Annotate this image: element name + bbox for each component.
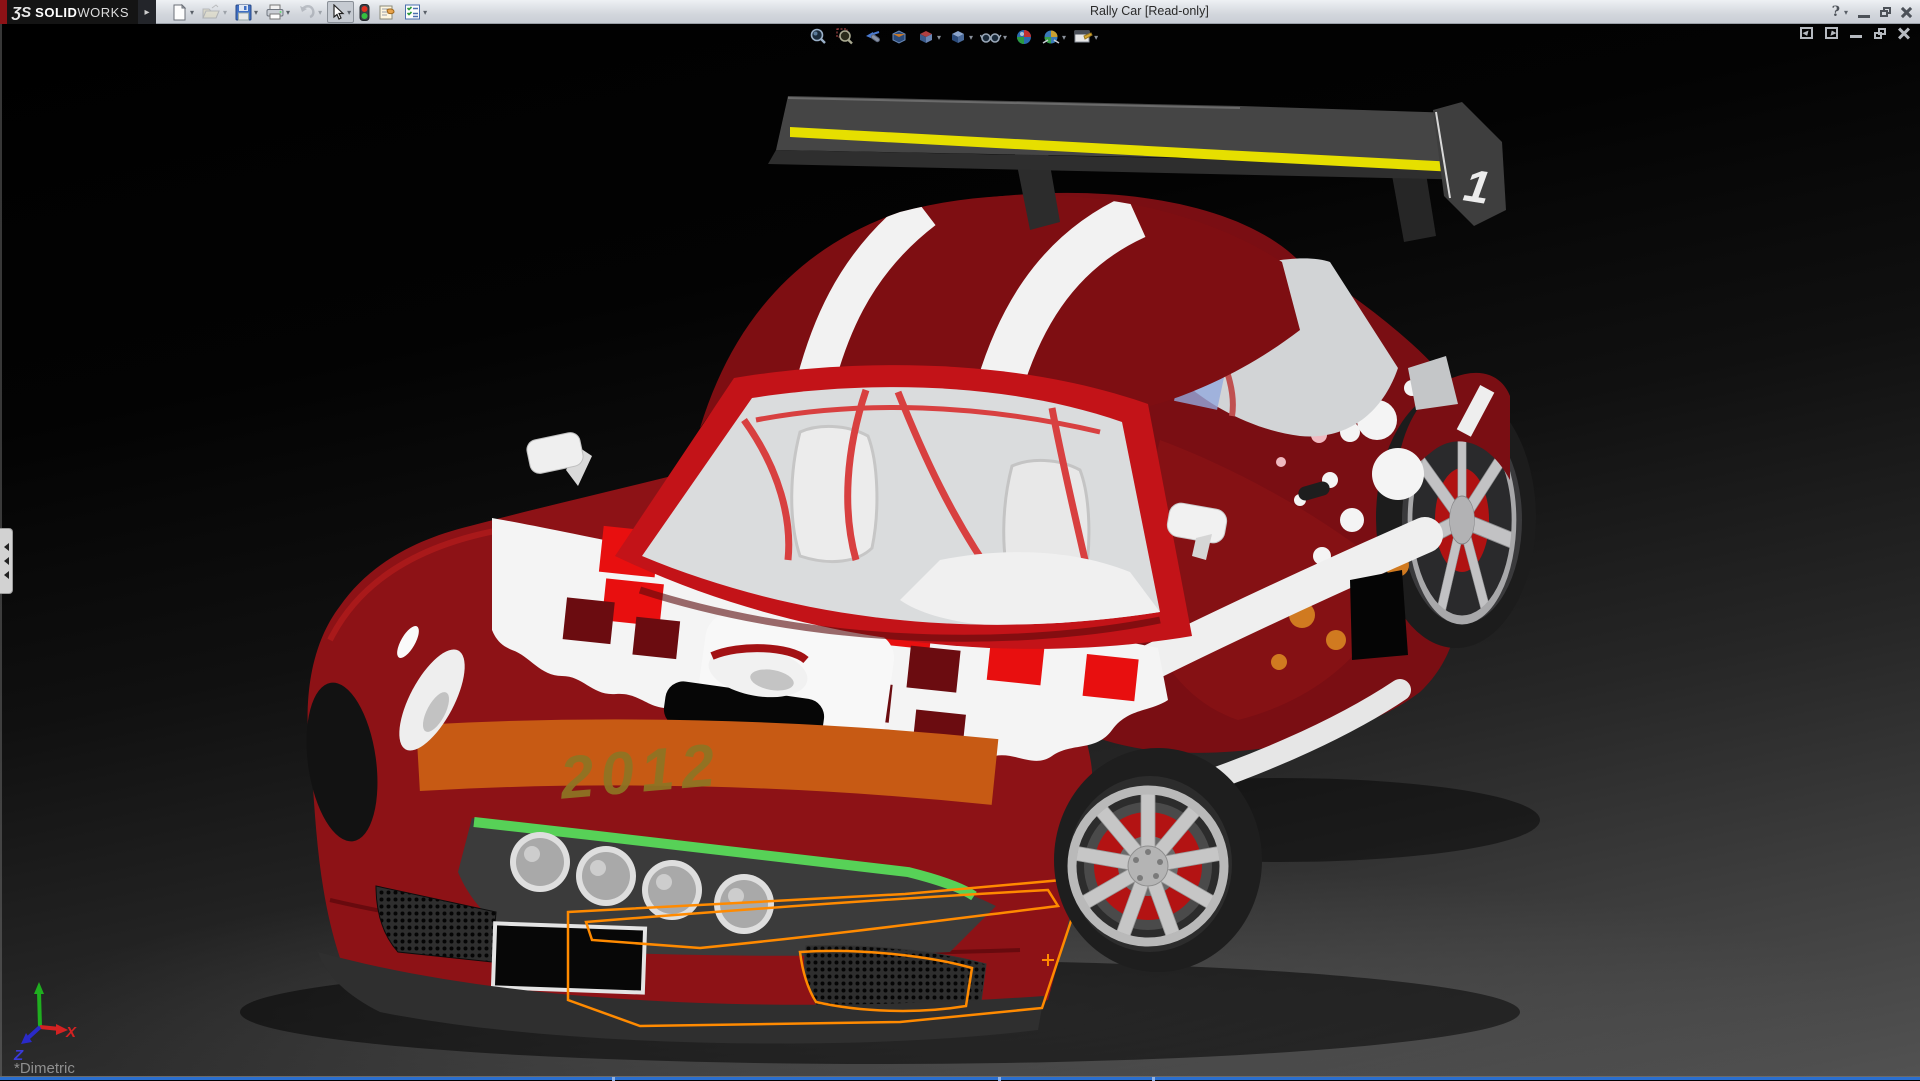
select-button[interactable]: ▾ xyxy=(327,1,354,23)
display-style-icon xyxy=(948,27,968,47)
doc-close-button[interactable] xyxy=(1898,27,1910,39)
window-controls: ? ▾ xyxy=(1832,0,1912,24)
solidworks-logo: ƷS SOLIDWORKS xyxy=(0,0,138,24)
traffic-light-icon xyxy=(359,4,370,21)
rally-car-model[interactable]: 1 xyxy=(0,24,1920,1080)
dropdown-arrow-icon[interactable]: ▾ xyxy=(1062,33,1066,42)
dropdown-arrow-icon[interactable]: ▾ xyxy=(190,8,194,17)
print-button[interactable]: ▾ xyxy=(263,1,293,23)
doc-restore-button[interactable] xyxy=(1874,28,1886,39)
feature-manager-collapse-tab[interactable] xyxy=(0,528,13,594)
save-floppy-icon xyxy=(235,4,252,21)
save-button[interactable]: ▾ xyxy=(232,1,261,23)
dropdown-arrow-icon[interactable]: ▾ xyxy=(423,8,427,17)
status-bar-divider xyxy=(1152,1077,1155,1081)
year-decal: 2012 xyxy=(556,731,724,812)
heads-up-view-toolbar: ▾ ▾ ▾ xyxy=(806,25,1100,49)
collapse-arrow-icon xyxy=(4,557,9,565)
undo-arrow-icon xyxy=(298,4,316,20)
dropdown-arrow-icon[interactable]: ▾ xyxy=(1094,33,1098,42)
help-button[interactable]: ? xyxy=(1832,4,1840,20)
document-window-controls: ◀ ▶ xyxy=(1800,27,1910,39)
dassault-3ds-logo-icon: ƷS xyxy=(12,4,31,21)
status-bar-edge xyxy=(0,1076,1920,1080)
new-document-button[interactable]: ▾ xyxy=(168,1,197,23)
appearance-ball-icon xyxy=(1014,27,1034,47)
apply-scene-button[interactable]: ▾ xyxy=(1039,26,1068,48)
view-orientation-button[interactable]: ▾ xyxy=(914,26,943,48)
zoom-to-area-icon xyxy=(835,27,855,47)
undo-button[interactable]: ▾ xyxy=(295,1,325,23)
checklist-icon xyxy=(404,4,421,20)
dropdown-arrow-icon[interactable]: ▾ xyxy=(347,8,351,17)
doc-minimize-button[interactable] xyxy=(1850,35,1862,38)
close-button[interactable] xyxy=(1901,7,1912,18)
zoom-to-area-button[interactable] xyxy=(833,26,857,48)
front-right-wheel[interactable] xyxy=(1054,748,1262,972)
dropdown-arrow-icon[interactable]: ▾ xyxy=(318,8,322,17)
left-mirror xyxy=(525,431,592,486)
dropdown-arrow-icon[interactable]: ▾ xyxy=(937,33,941,42)
edit-appearance-button[interactable] xyxy=(1012,26,1036,48)
viewport-3d[interactable]: 1 xyxy=(0,24,1920,1080)
dropdown-arrow-icon[interactable]: ▾ xyxy=(969,33,973,42)
eyeglasses-icon xyxy=(980,27,1002,47)
file-properties-button[interactable] xyxy=(375,1,399,23)
options-button[interactable]: ▾ xyxy=(401,1,430,23)
pane-toggle-right-icon[interactable]: ▶ xyxy=(1825,27,1838,39)
printer-icon xyxy=(266,4,284,20)
select-cursor-icon xyxy=(330,4,345,21)
title-bar: ƷS SOLIDWORKS ▸ ▾ ▾ ▾ xyxy=(0,0,1920,24)
triad-x-label: X xyxy=(65,1024,77,1041)
pane-toggle-left-icon[interactable]: ◀ xyxy=(1800,27,1813,39)
previous-view-icon xyxy=(862,27,882,47)
status-bar-divider xyxy=(612,1077,615,1081)
dropdown-arrow-icon[interactable]: ▾ xyxy=(1003,33,1007,42)
dropdown-arrow-icon[interactable]: ▾ xyxy=(286,8,290,17)
menu-flyout-arrow[interactable]: ▸ xyxy=(138,0,156,24)
standard-toolbar: ▾ ▾ ▾ ▾ xyxy=(168,0,430,24)
zoom-to-fit-button[interactable] xyxy=(806,26,830,48)
minimize-button[interactable] xyxy=(1858,15,1870,18)
dropdown-arrow-icon[interactable]: ▾ xyxy=(223,8,227,17)
brand-works: WORKS xyxy=(77,5,129,20)
side-vent xyxy=(1350,570,1408,660)
open-folder-icon xyxy=(202,4,221,20)
note-hand-icon xyxy=(378,4,396,20)
status-bar-divider xyxy=(998,1077,1001,1081)
section-view-button[interactable] xyxy=(887,26,911,48)
collapse-arrow-icon xyxy=(4,543,9,551)
dropdown-arrow-icon[interactable]: ▾ xyxy=(254,8,258,17)
hide-show-items-button[interactable]: ▾ xyxy=(978,26,1009,48)
apply-scene-icon xyxy=(1041,27,1061,47)
previous-view-button[interactable] xyxy=(860,26,884,48)
brand-solid: SOLID xyxy=(35,5,77,20)
rebuild-button[interactable] xyxy=(356,1,373,23)
display-style-button[interactable]: ▾ xyxy=(946,26,975,48)
new-document-icon xyxy=(171,4,188,21)
help-dropdown-arrow-icon[interactable]: ▾ xyxy=(1844,8,1848,17)
restore-button[interactable] xyxy=(1880,7,1891,17)
view-settings-icon xyxy=(1073,27,1093,47)
view-orientation-label: *Dimetric xyxy=(14,1060,75,1077)
open-document-button[interactable]: ▾ xyxy=(199,1,230,23)
section-view-icon xyxy=(889,27,909,47)
logo-red-accent xyxy=(0,0,7,24)
collapse-arrow-icon xyxy=(4,571,9,579)
view-orientation-icon xyxy=(916,27,936,47)
view-settings-button[interactable]: ▾ xyxy=(1071,26,1100,48)
zoom-to-fit-icon xyxy=(808,27,828,47)
window-title: Rally Car [Read-only] xyxy=(1090,4,1209,18)
windshield xyxy=(615,365,1192,649)
